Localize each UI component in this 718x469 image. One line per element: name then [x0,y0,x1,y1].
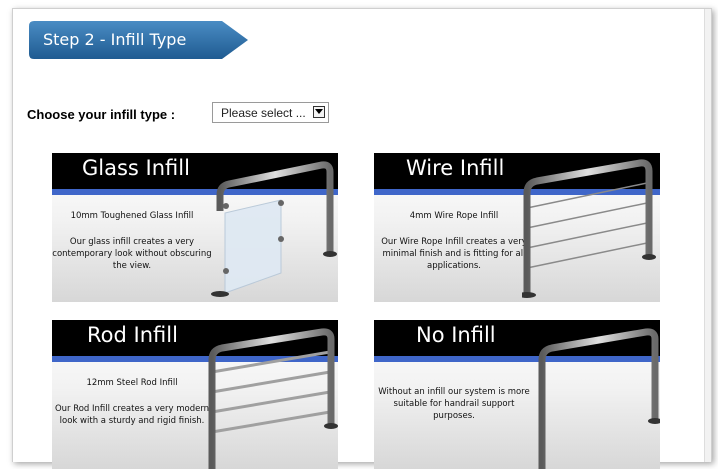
infill-option-none[interactable]: No Infill Without an infill our system i… [374,320,660,469]
card-description: Our Wire Rope Infill creates a very mini… [381,237,527,271]
scrollbar[interactable] [704,9,711,462]
card-body: 10mm Toughened Glass Infill Our glass in… [52,210,212,272]
card-body: Without an infill our system is more sui… [374,386,534,422]
infill-type-select[interactable]: Please select ... [212,102,329,123]
step-tab: Step 2 - Infill Type [29,21,249,59]
infill-type-select-value: Please select ... [221,106,306,120]
card-spec: 12mm Steel Rod Infill [86,378,178,388]
step-title: Step 2 - Infill Type [43,30,187,49]
card-spec: 4mm Wire Rope Infill [409,211,499,221]
infill-option-rod[interactable]: Rod Infill 12mm Steel Rod Infill Our Rod… [52,320,338,469]
rod-railing-icon [208,328,338,469]
card-title: Wire Infill [406,156,505,180]
card-title: No Infill [416,323,496,347]
chevron-down-icon[interactable] [313,106,325,118]
card-description: Without an infill our system is more sui… [378,387,530,421]
infill-option-wire[interactable]: Wire Infill 4mm Wire Rope Infill Our Wir… [374,153,660,302]
card-spec: 10mm Toughened Glass Infill [70,211,194,221]
card-title: Rod Infill [87,323,178,347]
wire-railing-icon [522,159,656,298]
card-description: Our Rod Infill creates a very modern loo… [54,404,210,426]
card-body: 12mm Steel Rod Infill Our Rod Infill cre… [52,377,212,427]
card-title: Glass Infill [82,156,190,180]
card-body: 4mm Wire Rope Infill Our Wire Rope Infil… [374,210,534,272]
infill-option-glass[interactable]: Glass Infill 10mm Toughened Glass Infill… [52,153,338,302]
infill-type-label: Choose your infill type : [27,107,176,122]
handrail-only-icon [538,328,660,469]
card-description: Our glass infill creates a very contempo… [52,237,212,271]
glass-railing-icon [211,161,337,297]
